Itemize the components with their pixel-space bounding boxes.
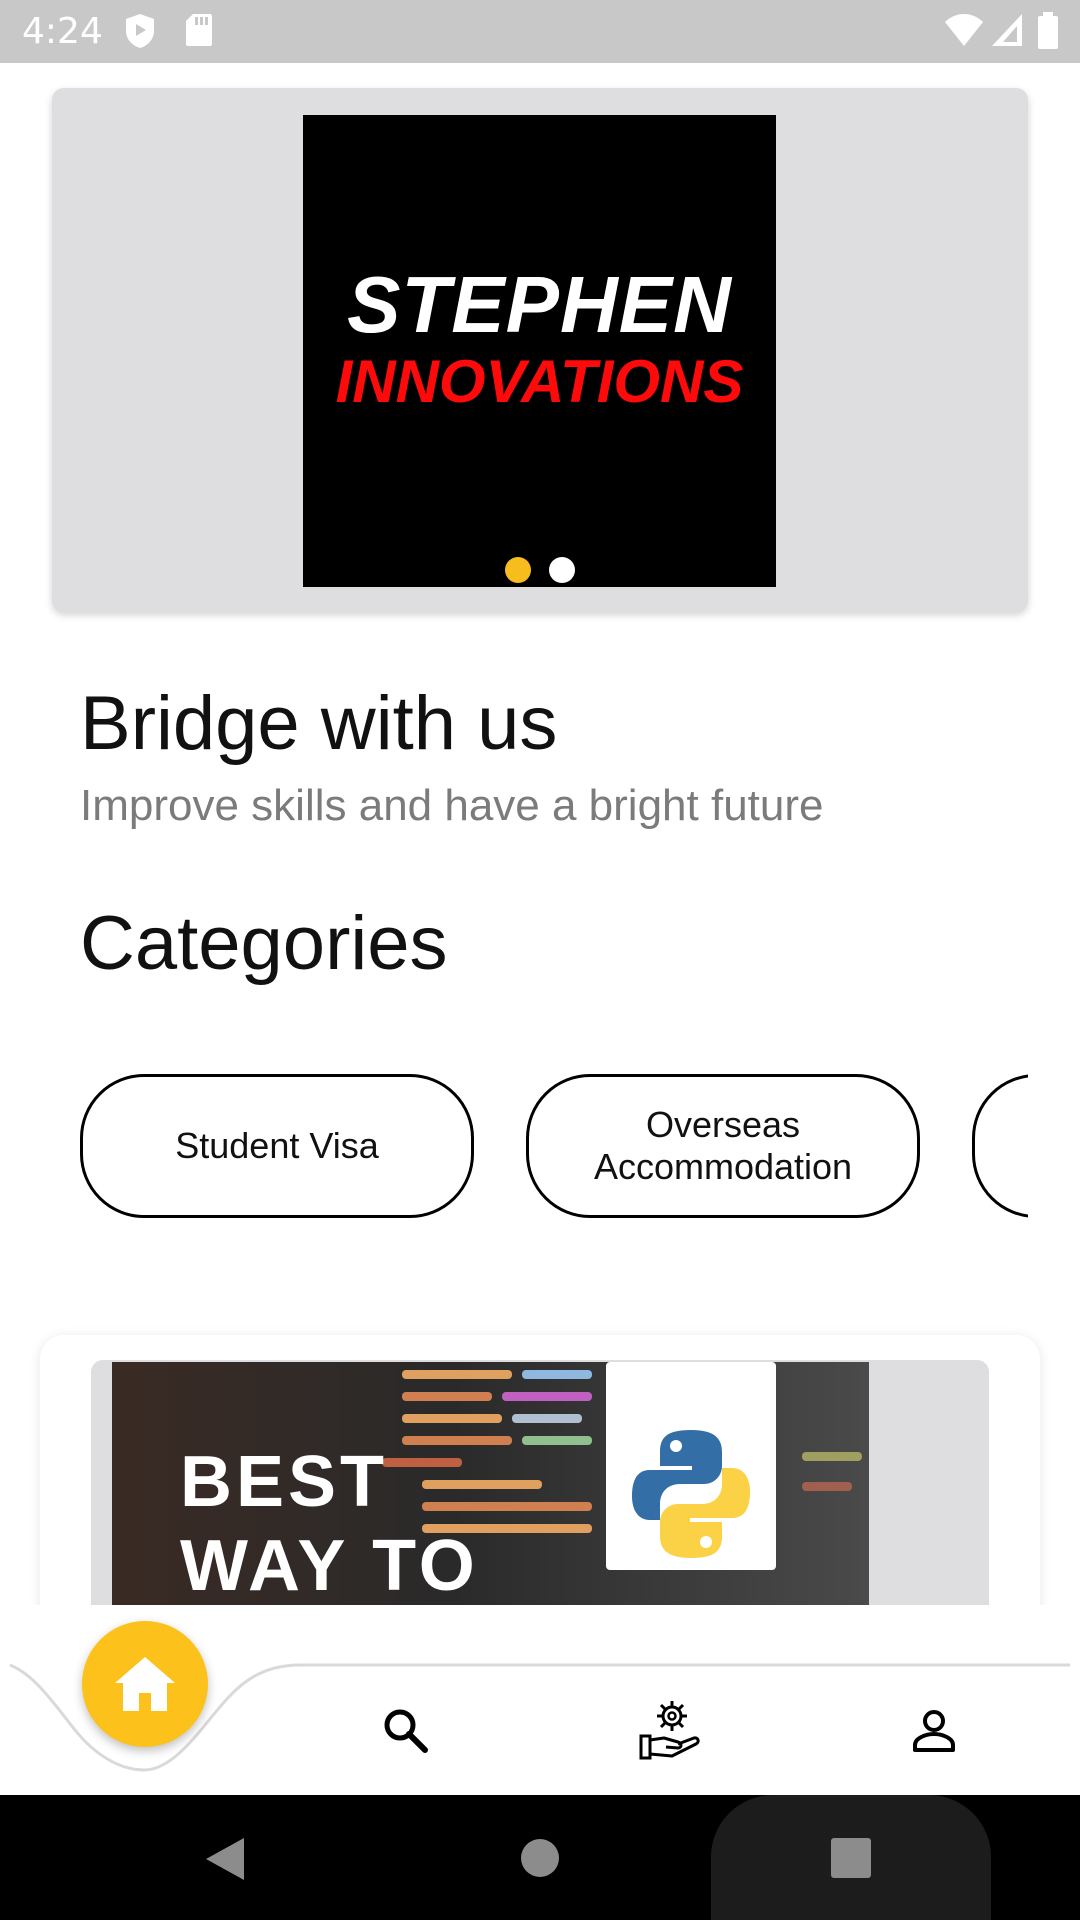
status-bar: 4:24 <box>0 0 1080 63</box>
code-line <box>802 1482 852 1491</box>
banner-brand-line2: INNOVATIONS <box>335 348 744 415</box>
categories-list[interactable]: Student Visa Overseas Accommodation <box>0 1070 1028 1220</box>
home-icon <box>115 1657 175 1711</box>
code-line <box>402 1414 502 1423</box>
sd-card-icon <box>186 14 212 46</box>
profile-icon[interactable] <box>912 1709 956 1753</box>
code-line <box>402 1392 492 1401</box>
category-chip-label: Student Visa <box>175 1125 379 1166</box>
code-line <box>512 1414 582 1423</box>
wifi-icon <box>945 14 983 46</box>
search-icon[interactable] <box>381 1706 429 1754</box>
battery-icon <box>1038 12 1058 49</box>
code-line <box>402 1370 512 1379</box>
code-line <box>502 1392 592 1401</box>
category-chip-label: Overseas Accommodation <box>593 1104 853 1187</box>
categories-title: Categories <box>80 901 448 986</box>
carousel-dot[interactable] <box>549 557 575 583</box>
home-circle-icon[interactable] <box>520 1838 560 1878</box>
code-line <box>802 1452 862 1461</box>
hero-title: Bridge with us <box>80 681 558 766</box>
python-logo-icon <box>632 1430 750 1558</box>
shield-icon <box>126 14 154 48</box>
hero-subtitle: Improve skills and have a bright future <box>80 781 824 830</box>
banner-brand-line1: STEPHEN <box>347 260 732 349</box>
category-chip-overseas-accommodation[interactable]: Overseas Accommodation <box>526 1074 920 1218</box>
code-line <box>522 1370 592 1379</box>
python-logo-box <box>606 1362 776 1570</box>
status-time: 4:24 <box>22 11 103 52</box>
carousel-dot-active[interactable] <box>505 557 531 583</box>
category-chip-student-visa[interactable]: Student Visa <box>80 1074 474 1218</box>
nav-home-button[interactable] <box>82 1621 208 1747</box>
thumbnail-title: BEST WAY TO <box>180 1442 479 1606</box>
category-chip-partial[interactable] <box>972 1074 1028 1218</box>
services-icon[interactable] <box>638 1698 704 1760</box>
code-line <box>522 1436 592 1445</box>
back-icon[interactable] <box>204 1836 246 1882</box>
signal-icon <box>992 14 1022 46</box>
banner-image[interactable]: STEPHEN INNOVATIONS <box>303 115 776 587</box>
recents-icon[interactable] <box>831 1838 871 1878</box>
